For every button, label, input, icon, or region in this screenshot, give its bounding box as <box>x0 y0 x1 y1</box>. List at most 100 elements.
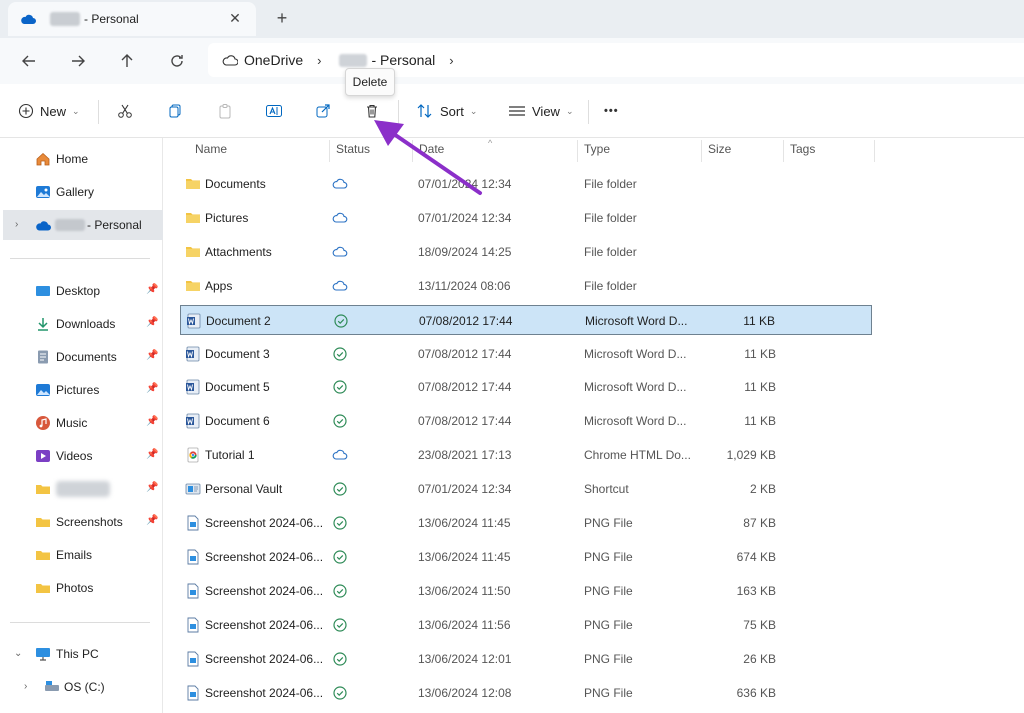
file-type: Shortcut <box>584 482 629 497</box>
file-row[interactable]: Document 3 07/08/2012 17:44 Microsoft Word… <box>180 339 872 369</box>
new-button[interactable]: New ⌄ <box>18 100 80 122</box>
available-check-icon <box>333 516 347 530</box>
breadcrumb-onedrive[interactable]: OneDrive <box>244 52 303 68</box>
pin-icon[interactable]: 📌 <box>146 284 158 295</box>
file-type: Microsoft Word D... <box>584 414 687 429</box>
file-row[interactable]: Documents 07/01/2024 12:34 File folder <box>180 169 872 199</box>
column-divider[interactable] <box>783 140 784 162</box>
back-button[interactable] <box>18 50 40 72</box>
sidebar-item-os-drive[interactable]: › OS (C:) <box>0 674 160 700</box>
file-row[interactable]: Screenshot 2024-06... 13/06/2024 11:45 PNG… <box>180 508 872 538</box>
sidebar-item-label: Screenshots <box>56 515 123 529</box>
sidebar-item-documents[interactable]: Documents 📌 <box>0 344 160 370</box>
file-date: 07/08/2012 17:44 <box>418 414 512 429</box>
file-name: Document 3 <box>205 346 270 361</box>
copy-button[interactable] <box>167 100 183 122</box>
file-row[interactable]: Attachments 18/09/2024 14:25 File folder <box>180 237 872 267</box>
new-tab-button[interactable]: + <box>272 8 292 28</box>
navigation-pane: Home Gallery › - Personal Desktop 📌 Down… <box>0 138 163 713</box>
divider <box>588 100 589 124</box>
file-icon <box>185 583 201 599</box>
chevron-down-icon: ⌄ <box>565 105 574 116</box>
sidebar-item-this-pc[interactable]: ⌄ This PC <box>0 641 160 667</box>
refresh-icon <box>171 55 183 67</box>
chrome-html-icon <box>187 447 199 463</box>
forward-button[interactable] <box>67 50 89 72</box>
sidebar-item-music[interactable]: Music 📌 <box>0 410 160 436</box>
column-header-date[interactable]: Date <box>419 142 444 164</box>
file-row[interactable]: Screenshot 2024-06... 13/06/2024 12:08 PNG… <box>180 678 872 708</box>
column-header-name[interactable]: Name <box>195 142 227 164</box>
folder-icon <box>186 246 200 257</box>
sidebar-item-onedrive[interactable]: › - Personal <box>3 210 163 240</box>
address-bar[interactable]: OneDrive › - Personal › <box>208 43 1024 77</box>
chevron-right-icon[interactable]: › <box>24 681 27 692</box>
column-divider[interactable] <box>329 140 330 162</box>
column-divider[interactable] <box>874 140 875 162</box>
share-button[interactable] <box>315 100 331 122</box>
file-row[interactable]: Document 5 07/08/2012 17:44 Microsoft Word… <box>180 372 872 402</box>
file-row[interactable]: Document 2 07/08/2012 17:44 Microsoft Word… <box>180 304 872 335</box>
column-header-status[interactable]: Status <box>336 142 370 164</box>
file-type: PNG File <box>584 685 633 700</box>
column-header-tags[interactable]: Tags <box>790 142 815 164</box>
sidebar-item-emails[interactable]: Emails <box>0 542 160 568</box>
chevron-right-icon[interactable]: › <box>317 53 321 68</box>
more-options-button[interactable]: ••• <box>604 100 619 122</box>
tab-personal[interactable]: - Personal ✕ <box>8 2 256 36</box>
copy-icon <box>169 104 181 118</box>
close-icon[interactable]: ✕ <box>226 10 244 27</box>
file-icon <box>185 617 201 633</box>
file-row[interactable]: Tutorial 1 23/08/2021 17:13 Chrome HTML Do… <box>180 440 872 470</box>
refresh-button[interactable] <box>166 50 188 72</box>
pin-icon[interactable]: 📌 <box>146 350 158 361</box>
sidebar-item-desktop[interactable]: Desktop 📌 <box>0 278 160 304</box>
chevron-right-icon[interactable]: › <box>449 53 453 68</box>
column-divider[interactable] <box>412 140 413 162</box>
file-row[interactable]: Screenshot 2024-06... 13/06/2024 11:50 PNG… <box>180 576 872 606</box>
breadcrumb-personal[interactable]: - Personal <box>371 52 435 68</box>
sidebar-item-pictures[interactable]: Pictures 📌 <box>0 377 160 403</box>
pin-icon[interactable]: 📌 <box>146 449 158 460</box>
chevron-down-icon[interactable]: ⌄ <box>14 648 22 659</box>
sort-button[interactable]: Sort ⌄ <box>416 100 477 122</box>
pictures-icon <box>36 384 50 396</box>
file-date: 13/11/2024 08:06 <box>418 278 511 293</box>
sidebar-item-downloads[interactable]: Downloads 📌 <box>0 311 160 337</box>
delete-button[interactable] <box>364 100 380 122</box>
sidebar-item-photos[interactable]: Photos <box>0 575 160 601</box>
cut-button[interactable] <box>117 100 133 122</box>
sidebar-item-blurred-folder[interactable]: 📌 <box>0 476 160 502</box>
new-label: New <box>40 103 67 119</box>
column-header-type[interactable]: Type <box>584 142 610 164</box>
column-divider[interactable] <box>577 140 578 162</box>
column-divider[interactable] <box>701 140 702 162</box>
file-row[interactable]: Screenshot 2024-06... 13/06/2024 11:45 PNG… <box>180 542 872 572</box>
sidebar-item-screenshots[interactable]: Screenshots 📌 <box>0 509 160 535</box>
pin-icon[interactable]: 📌 <box>146 383 158 394</box>
chevron-right-icon[interactable]: › <box>15 219 18 230</box>
tab-title: - Personal <box>84 12 139 26</box>
file-row[interactable]: Screenshot 2024-06... 13/06/2024 12:01 PNG… <box>180 644 872 674</box>
file-row[interactable]: Pictures 07/01/2024 12:34 File folder <box>180 203 872 233</box>
pin-icon[interactable]: 📌 <box>146 317 158 328</box>
file-row[interactable]: Personal Vault 07/01/2024 12:34 Shortcut 2 … <box>180 474 872 504</box>
file-row[interactable]: Apps 13/11/2024 08:06 File folder <box>180 271 872 301</box>
rename-button[interactable] <box>265 100 283 122</box>
sidebar-item-gallery[interactable]: Gallery <box>0 179 160 205</box>
view-button[interactable]: View ⌄ <box>508 100 574 122</box>
paste-button[interactable] <box>217 100 233 122</box>
sidebar-item-home[interactable]: Home <box>0 146 160 172</box>
pin-icon[interactable]: 📌 <box>146 515 158 526</box>
file-row[interactable]: Screenshot 2024-06... 13/06/2024 11:56 PNG… <box>180 610 872 640</box>
file-row[interactable]: Document 6 07/08/2012 17:44 Microsoft Word… <box>180 406 872 436</box>
sidebar-item-videos[interactable]: Videos 📌 <box>0 443 160 469</box>
pin-icon[interactable]: 📌 <box>146 482 158 493</box>
blurred-account-name <box>339 53 368 67</box>
up-button[interactable] <box>116 50 138 72</box>
column-header-size[interactable]: Size <box>708 142 731 164</box>
word-document-icon <box>187 313 201 328</box>
status-icon <box>332 481 348 497</box>
chevron-down-icon: ⌄ <box>469 105 478 116</box>
pin-icon[interactable]: 📌 <box>146 416 158 427</box>
